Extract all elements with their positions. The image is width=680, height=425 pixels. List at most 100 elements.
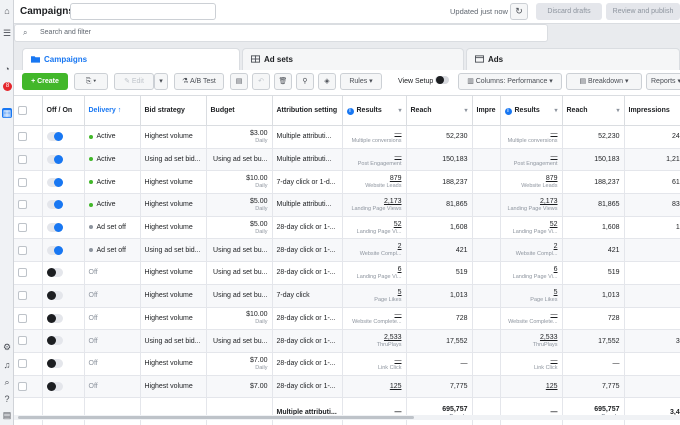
results-value[interactable]: 5 (398, 289, 402, 296)
table-row[interactable]: Active Highest volume $5.00 Daily Multiple a… (14, 193, 680, 217)
table-row[interactable]: Off Highest volume Using ad set bu... 7-day… (14, 284, 680, 308)
row-checkbox[interactable] (18, 290, 27, 300)
col-impressions-partial[interactable]: Impre (472, 95, 501, 126)
on-off-cell[interactable] (42, 170, 85, 195)
results-value[interactable]: — (395, 311, 402, 318)
edit-button[interactable]: ✎ Edit (114, 73, 154, 90)
col-bid-strategy[interactable]: Bid strategy (140, 95, 207, 126)
settings-icon[interactable]: ⚙ (2, 342, 12, 352)
row-checkbox[interactable] (18, 200, 27, 210)
on-off-cell[interactable] (42, 125, 85, 149)
duplicate-button[interactable]: ⎘ ▾ (74, 73, 108, 90)
results-2-value[interactable]: 2,533 (540, 334, 558, 341)
search-bar[interactable]: ⌕ Search and filter (14, 24, 548, 42)
results-value[interactable]: 125 (390, 383, 402, 390)
row-select-cell[interactable] (14, 238, 43, 263)
on-off-cell[interactable] (42, 216, 85, 240)
edit-dropdown-icon[interactable]: ▾ (154, 73, 168, 90)
row-checkbox[interactable] (18, 222, 27, 232)
on-off-cell[interactable] (42, 329, 85, 353)
col-reach-2[interactable]: Reach ▾ (562, 95, 625, 126)
report-icon[interactable]: ▤ (2, 410, 12, 420)
pin-icon[interactable]: ⚲ (296, 73, 314, 90)
row-select-cell[interactable] (14, 170, 43, 195)
col-results[interactable]: i Results ▾ (342, 95, 407, 126)
tab-campaigns[interactable]: Campaigns (22, 48, 240, 70)
row-select-cell[interactable] (14, 375, 43, 399)
on-off-toggle[interactable] (46, 222, 63, 232)
row-select-cell[interactable] (14, 216, 43, 240)
ab-test-button[interactable]: ⚗ A/B Test (174, 73, 224, 90)
results-2-value[interactable]: 125 (546, 383, 558, 390)
results-value[interactable]: 2 (398, 243, 402, 250)
row-select-cell[interactable] (14, 307, 43, 331)
col-impressions[interactable]: Impressions (624, 95, 680, 126)
row-checkbox[interactable] (18, 177, 27, 187)
on-off-cell[interactable] (42, 261, 85, 285)
table-row[interactable]: Active Highest volume $3.00 Daily Multiple a… (14, 125, 680, 149)
row-select-cell[interactable] (14, 284, 43, 308)
results-value[interactable]: — (395, 153, 402, 160)
on-off-toggle[interactable] (46, 200, 63, 210)
row-checkbox[interactable] (18, 154, 27, 164)
on-off-toggle[interactable] (46, 381, 63, 391)
on-off-toggle[interactable] (46, 268, 63, 278)
table-row[interactable]: Ad set off Highest volume $5.00 Daily 28-day… (14, 216, 680, 240)
home-icon[interactable]: ⌂ (2, 6, 12, 16)
row-checkbox[interactable] (18, 313, 27, 323)
results-value[interactable]: 2,533 (384, 334, 402, 341)
on-off-toggle[interactable] (46, 132, 63, 142)
row-checkbox[interactable] (18, 336, 27, 346)
on-off-cell[interactable] (42, 148, 85, 172)
row-checkbox[interactable] (18, 268, 27, 278)
table-row[interactable]: Off Using ad set bid... Using ad set bu...… (14, 329, 680, 353)
results-2-value[interactable]: — (551, 153, 558, 160)
col-delivery[interactable]: Delivery ↑ (84, 95, 141, 126)
row-select-cell[interactable] (14, 352, 43, 376)
discard-drafts-button[interactable]: Discard drafts (536, 3, 602, 20)
on-off-toggle[interactable] (46, 359, 63, 369)
row-checkbox[interactable] (18, 132, 27, 142)
select-all-header[interactable] (14, 95, 43, 126)
on-off-toggle[interactable] (46, 245, 63, 255)
on-off-cell[interactable] (42, 238, 85, 263)
table-row[interactable]: Off Highest volume $7.00 Daily 28-day click … (14, 352, 680, 376)
results-2-value[interactable]: — (551, 130, 558, 137)
on-off-cell[interactable] (42, 352, 85, 376)
table-row[interactable]: Off Highest volume $7.00 28-day click or 1-… (14, 375, 680, 399)
col-budget[interactable]: Budget (206, 95, 273, 126)
undo-icon[interactable]: ↶ (252, 73, 270, 90)
search-input[interactable]: Search and filter (40, 29, 91, 36)
account-selector[interactable] (70, 3, 216, 20)
table-row[interactable]: Off Highest volume $10.00 Daily 28-day click… (14, 307, 680, 331)
row-select-cell[interactable] (14, 125, 43, 149)
scrollbar-thumb[interactable] (18, 416, 414, 419)
row-select-cell[interactable] (14, 148, 43, 172)
table-row[interactable]: Off Highest volume Using ad set bu... 28-da… (14, 261, 680, 285)
on-off-cell[interactable] (42, 375, 85, 399)
on-off-toggle[interactable] (46, 336, 63, 346)
tab-ads[interactable]: Ads (466, 48, 680, 70)
on-off-toggle[interactable] (46, 290, 63, 300)
select-all-checkbox[interactable] (18, 106, 27, 115)
help-icon[interactable]: ? (2, 394, 12, 404)
results-value[interactable]: — (395, 357, 402, 364)
results-2-value[interactable]: 879 (546, 175, 558, 182)
on-off-toggle[interactable] (46, 177, 63, 187)
results-value[interactable]: 2,173 (384, 198, 402, 205)
row-checkbox[interactable] (18, 245, 27, 255)
on-off-cell[interactable] (42, 284, 85, 308)
on-off-toggle[interactable] (46, 154, 63, 164)
table-row[interactable]: Active Highest volume $10.00 Daily 7-day cli… (14, 170, 680, 195)
results-2-value[interactable]: — (551, 357, 558, 364)
results-value[interactable]: 52 (394, 221, 402, 228)
col-results-2[interactable]: i Results ▾ (500, 95, 563, 126)
table-row[interactable]: Active Using ad set bid... Using ad set bu… (14, 148, 680, 172)
view-setup-toggle[interactable] (435, 76, 449, 84)
clipboard-icon[interactable]: ▤ (230, 73, 248, 90)
results-value[interactable]: 879 (390, 175, 402, 182)
columns-button[interactable]: ▥ Columns: Performance ▾ (458, 73, 562, 90)
row-checkbox[interactable] (18, 381, 27, 391)
create-button[interactable]: + Create (22, 73, 68, 90)
breakdown-button[interactable]: ▤ Breakdown ▾ (566, 73, 642, 90)
